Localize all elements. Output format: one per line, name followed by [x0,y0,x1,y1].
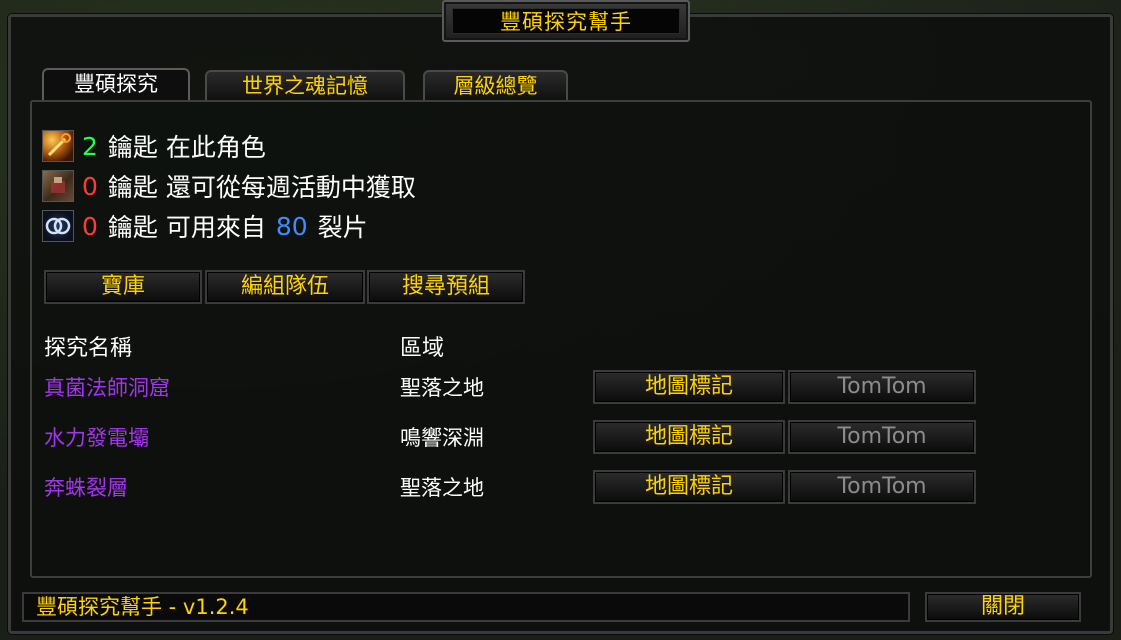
tomtom-button[interactable]: TomTom [788,420,976,454]
tomtom-button[interactable]: TomTom [788,470,976,504]
column-header-name: 探究名稱 [44,336,133,361]
keys-from-shards: 0 鑰匙 可用來自 80 裂片 [42,208,368,244]
keys-on-character: 2 鑰匙 在此角色 [42,128,266,164]
group-finder-button[interactable]: 編組隊伍 [205,270,365,304]
delve-zone: 聖落之地 [400,476,484,500]
title-plate[interactable]: 豐碩探究幫手 [442,0,690,42]
delve-zone: 聖落之地 [400,376,484,400]
keys-from-weekly: 0 鑰匙 還可從每週活動中獲取 [42,168,416,204]
key-text: 鑰匙 在此角色 [107,133,266,162]
shard-icon [42,210,74,242]
shard-count: 80 [275,211,308,241]
delve-name: 奔蛛裂層 [44,476,128,500]
key-text-suffix: 裂片 [317,213,368,242]
weekly-activity-icon [42,170,74,202]
column-header-zone: 區域 [400,336,445,361]
delve-name: 真菌法師洞窟 [44,376,170,400]
window-title: 豐碩探究幫手 [500,10,632,34]
tab-label: 世界之魂記憶 [242,74,368,98]
key-count: 2 [82,131,98,161]
tab-label: 豐碩探究 [74,72,158,96]
shard-key-count: 0 [82,211,98,241]
waypoint-button[interactable]: 地圖標記 [593,420,785,454]
tab-label: 層級總覽 [453,74,538,98]
version-status-bar: 豐碩探究幫手 - v1.2.4 [22,592,910,622]
key-text: 鑰匙 還可從每週活動中獲取 [107,173,416,202]
tomtom-button[interactable]: TomTom [788,370,976,404]
tab-worldsoul-memories[interactable]: 世界之魂記憶 [205,70,405,100]
waypoint-button[interactable]: 地圖標記 [593,370,785,404]
delve-name: 水力發電壩 [44,426,149,450]
tab-tier-overview[interactable]: 層級總覽 [423,70,568,100]
weekly-key-count: 0 [82,171,98,201]
tab-delves[interactable]: 豐碩探究 [42,68,190,100]
close-button[interactable]: 關閉 [925,592,1081,622]
key-text: 鑰匙 可用來自 [107,213,266,242]
key-icon [42,130,74,162]
vault-button[interactable]: 寶庫 [44,270,202,304]
search-premade-button[interactable]: 搜尋預組 [367,270,525,304]
waypoint-button[interactable]: 地圖標記 [593,470,785,504]
delve-zone: 鳴響深淵 [400,426,484,450]
